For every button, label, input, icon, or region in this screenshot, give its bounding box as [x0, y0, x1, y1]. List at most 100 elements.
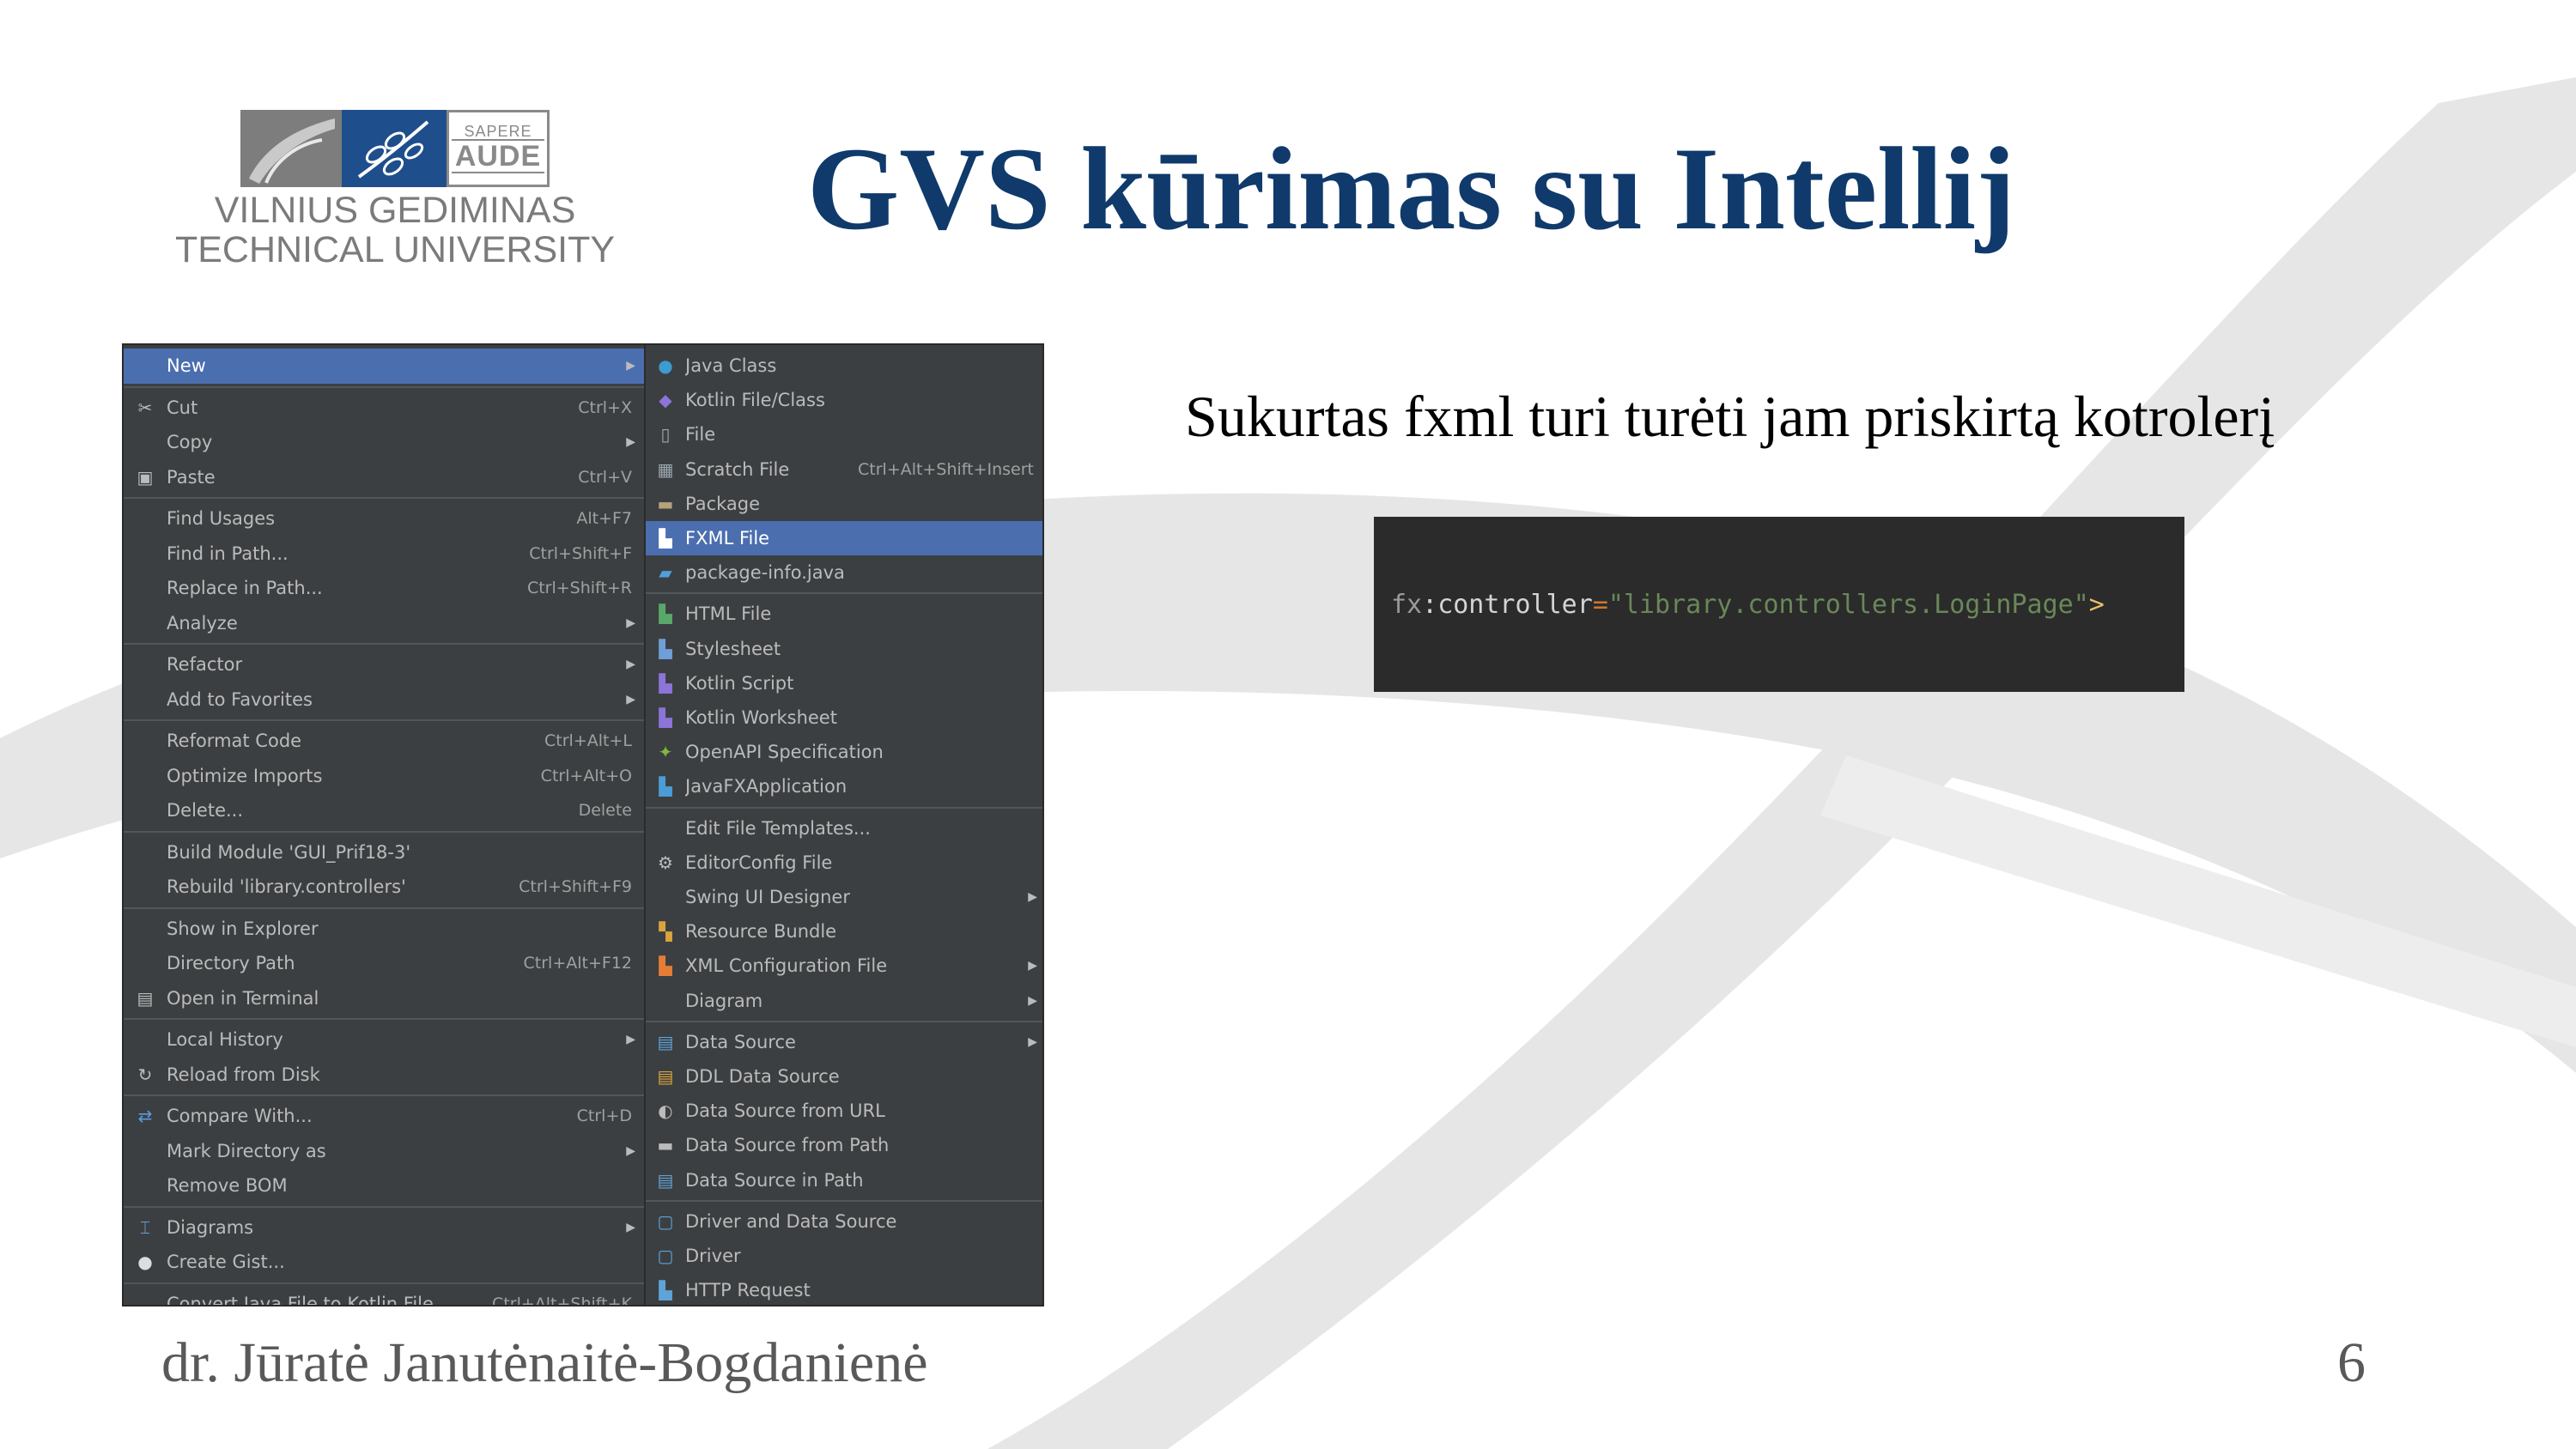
menu-item-label: Find Usages [167, 508, 276, 530]
submenu-item-javafxapplication[interactable]: ▙ JavaFXApplication [646, 769, 1042, 803]
menu-item-refactor[interactable]: Refactor ▶ [124, 647, 644, 682]
menu-item-shortcut: Ctrl+X [578, 397, 632, 417]
menu-item-label: Refactor [167, 654, 243, 676]
menu-separator [124, 497, 644, 499]
code-equals: = [1592, 589, 1608, 620]
menu-separator [124, 643, 644, 645]
menu-item-remove-bom[interactable]: Remove BOM [124, 1168, 644, 1203]
submenu-item-stylesheet[interactable]: ▙ Stylesheet [646, 632, 1042, 666]
menu-item-cut[interactable]: ✂ Cut Ctrl+X [124, 391, 644, 426]
menu-item-add-to-favorites[interactable]: Add to Favorites ▶ [124, 682, 644, 718]
menu-item-diagrams[interactable]: ⌶ Diagrams ▶ [124, 1210, 644, 1246]
project-context-menu: New ▶ ✂ Cut Ctrl+X Copy ▶ ▣ Paste Ctrl+V Find Usag… [124, 345, 644, 1305]
submenu-item-resource-bundle[interactable]: ▚ Resource Bundle [646, 914, 1042, 949]
submenu-item-kotlin-worksheet[interactable]: ▙ Kotlin Worksheet [646, 700, 1042, 735]
submenu-item-package[interactable]: ▬ Package [646, 487, 1042, 521]
submenu-arrow-icon: ▶ [1028, 890, 1037, 905]
university-name: VILNIUS GEDIMINAS TECHNICAL UNIVERSITY [120, 191, 670, 270]
submenu-item-package-info-java[interactable]: ▰ package-info.java [646, 555, 1042, 590]
menu-item-optimize-imports[interactable]: Optimize Imports Ctrl+Alt+O [124, 759, 644, 794]
menu-item-label: EditorConfig File [685, 852, 833, 873]
menu-item-compare-with[interactable]: ⇄ Compare With... Ctrl+D [124, 1099, 644, 1134]
menu-item-shortcut: Ctrl+Alt+Shift+Insert [858, 459, 1034, 479]
menu-item-find-usages[interactable]: Find Usages Alt+F7 [124, 501, 644, 537]
submenu-item-xml-configuration-file[interactable]: ▙ XML Configuration File ▶ [646, 949, 1042, 983]
menu-item-label: Paste [167, 466, 216, 488]
slide-title: GVS kūrimas su Intellij [807, 123, 2016, 254]
menu-item-label: OpenAPI Specification [685, 742, 884, 763]
menu-item-label: Directory Path [167, 953, 295, 974]
submenu-item-fxml-file[interactable]: ▙ FXML File [646, 521, 1042, 556]
package-icon: ▬ [657, 493, 674, 514]
menu-item-find-in-path[interactable]: Find in Path... Ctrl+Shift+F [124, 537, 644, 572]
menu-item-shortcut: Delete [578, 801, 632, 821]
menu-item-label: Swing UI Designer [685, 887, 850, 908]
menu-item-delete[interactable]: Delete... Delete [124, 793, 644, 828]
submenu-item-kotlin-file-class[interactable]: ◆ Kotlin File/Class [646, 383, 1042, 417]
submenu-arrow-icon: ▶ [1028, 959, 1037, 973]
submenu-item-data-source[interactable]: ▤ Data Source ▶ [646, 1025, 1042, 1059]
menu-item-rebuild-library-controllers[interactable]: Rebuild 'library.controllers' Ctrl+Shift+… [124, 870, 644, 905]
menu-item-mark-directory-as[interactable]: Mark Directory as ▶ [124, 1134, 644, 1169]
menu-item-open-in-terminal[interactable]: ▤ Open in Terminal [124, 981, 644, 1016]
menu-item-analyze[interactable]: Analyze ▶ [124, 606, 644, 641]
submenu-item-data-source-from-path[interactable]: ▬ Data Source from Path [646, 1128, 1042, 1162]
kotlin-file-icon: ◆ [659, 390, 672, 411]
github-icon: ● [137, 1252, 153, 1273]
kotlin-worksheet-icon: ▙ [659, 707, 672, 729]
submenu-item-openapi-specification[interactable]: ✦ OpenAPI Specification [646, 735, 1042, 769]
submenu-item-swing-ui-designer[interactable]: Swing UI Designer ▶ [646, 880, 1042, 914]
http-request-icon: ▙ [659, 1280, 672, 1301]
xml-file-icon: ▙ [659, 955, 672, 977]
menu-item-create-gist[interactable]: ● Create Gist... [124, 1245, 644, 1280]
submenu-item-html-file[interactable]: ▙ HTML File [646, 597, 1042, 631]
menu-item-build-module-gui-prif18-3[interactable]: Build Module 'GUI_Prif18-3' [124, 835, 644, 870]
menu-item-label: Optimize Imports [167, 765, 323, 786]
submenu-item-driver[interactable]: ▢ Driver [646, 1239, 1042, 1273]
submenu-item-java-class[interactable]: ● Java Class [646, 349, 1042, 383]
code-value: "library.controllers.LoginPage" [1607, 589, 2089, 620]
menu-item-label: Convert Java File to Kotlin File [167, 1293, 434, 1307]
university-name-line2: TECHNICAL UNIVERSITY [174, 229, 616, 270]
menu-item-shortcut: Ctrl+Shift+R [526, 579, 632, 598]
submenu-item-file[interactable]: ▯ File [646, 417, 1042, 452]
menu-item-label: Analyze [167, 612, 238, 634]
reload-icon: ↻ [137, 1064, 153, 1085]
menu-separator [124, 1094, 644, 1096]
submenu-item-editorconfig-file[interactable]: ⚙ EditorConfig File [646, 846, 1042, 880]
submenu-item-diagram[interactable]: Diagram ▶ [646, 984, 1042, 1018]
menu-item-new[interactable]: New ▶ [124, 349, 644, 384]
menu-separator [646, 1199, 1042, 1202]
code-tag-end: > [2088, 589, 2105, 620]
submenu-item-ddl-data-source[interactable]: ▤ DDL Data Source [646, 1059, 1042, 1094]
submenu-item-kotlin-script[interactable]: ▙ Kotlin Script [646, 666, 1042, 700]
submenu-arrow-icon: ▶ [1028, 1034, 1037, 1049]
submenu-item-http-request[interactable]: ▙ HTTP Request [646, 1273, 1042, 1305]
menu-item-directory-path[interactable]: Directory Path Ctrl+Alt+F12 [124, 946, 644, 981]
submenu-item-data-source-from-url[interactable]: ◐ Data Source from URL [646, 1094, 1042, 1128]
menu-item-reload-from-disk[interactable]: ↻ Reload from Disk [124, 1058, 644, 1093]
menu-item-local-history[interactable]: Local History ▶ [124, 1022, 644, 1058]
menu-item-label: Rebuild 'library.controllers' [167, 876, 406, 898]
menu-separator [124, 830, 644, 833]
menu-item-replace-in-path[interactable]: Replace in Path... Ctrl+Shift+R [124, 571, 644, 606]
menu-item-paste[interactable]: ▣ Paste Ctrl+V [124, 460, 644, 495]
scratch-file-icon: ▦ [657, 458, 674, 480]
driver-source-icon: ▢ [657, 1210, 674, 1232]
menu-item-copy[interactable]: Copy ▶ [124, 425, 644, 460]
menu-item-convert-java-file-to-kotlin-file[interactable]: Convert Java File to Kotlin File Ctrl+Alt… [124, 1287, 644, 1307]
submenu-item-driver-and-data-source[interactable]: ▢ Driver and Data Source [646, 1204, 1042, 1239]
menu-item-reformat-code[interactable]: Reformat Code Ctrl+Alt+L [124, 724, 644, 759]
menu-item-show-in-explorer[interactable]: Show in Explorer [124, 912, 644, 947]
submenu-item-data-source-in-path[interactable]: ▤ Data Source in Path [646, 1163, 1042, 1197]
menu-item-label: Package [685, 493, 761, 514]
menu-separator [646, 806, 1042, 809]
submenu-arrow-icon: ▶ [626, 615, 635, 630]
submenu-item-edit-file-templates[interactable]: Edit File Templates... [646, 811, 1042, 846]
menu-item-label: Add to Favorites [167, 688, 313, 710]
logo-swirl-icon [249, 118, 335, 184]
menu-item-label: Diagram [685, 990, 763, 1011]
submenu-item-scratch-file[interactable]: ▦ Scratch File Ctrl+Alt+Shift+Insert [646, 452, 1042, 487]
resource-bundle-icon: ▚ [659, 921, 672, 943]
menu-item-label: Diagrams [167, 1216, 254, 1238]
